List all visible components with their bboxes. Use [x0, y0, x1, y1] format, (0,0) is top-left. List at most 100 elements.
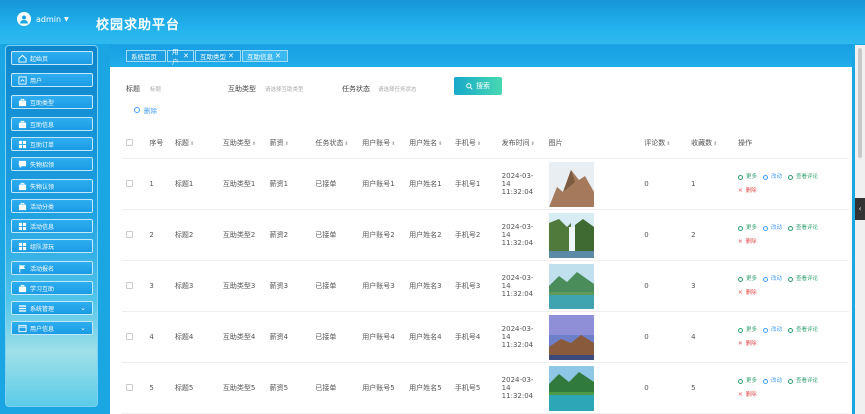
column-header[interactable]: 评论数⬍	[640, 128, 688, 159]
view-comments-button[interactable]: 查看评论	[787, 375, 818, 387]
more-icon	[737, 225, 743, 231]
row-delete-button[interactable]: ✕ 删除	[738, 338, 757, 350]
edit-button[interactable]: 改动	[762, 222, 782, 234]
column-header[interactable]: 手机号⬍	[450, 128, 498, 159]
cell-image[interactable]	[544, 158, 641, 210]
tab-1[interactable]: 系统首页	[126, 50, 166, 62]
sort-icon[interactable]: ⬍	[252, 141, 256, 147]
sidebar-item-8[interactable]: 活动分类	[11, 199, 93, 213]
delete-button[interactable]: 删除	[134, 105, 157, 115]
status-label: 任务状态	[342, 85, 370, 93]
tab-4[interactable]: 互助信息 ✕	[242, 50, 288, 62]
edit-button[interactable]: 改动	[762, 375, 782, 387]
view-comments-button[interactable]: 查看评论	[787, 222, 818, 234]
column-header[interactable]: 薪资⬍	[265, 128, 312, 159]
column-header[interactable]: 互助类型⬍	[218, 128, 266, 159]
row-image[interactable]	[548, 314, 594, 360]
sidebar-item-14[interactable]: 用户信息 ⌄	[11, 321, 93, 335]
table-body: 1 标题1 互助类型1 薪资1 已接单 用户账号1 用户姓名1 手机号1 2024-03-14 …	[122, 158, 849, 414]
title-input[interactable]: 标题	[150, 85, 161, 93]
row-image[interactable]	[548, 212, 594, 258]
sidebar-item-9[interactable]: 活动信息	[11, 219, 93, 233]
delete-button-label: 删除	[144, 107, 157, 115]
cell-image[interactable]	[544, 209, 641, 261]
search-button-label: 搜索	[476, 83, 490, 90]
close-icon[interactable]: ✕	[228, 52, 234, 60]
sort-icon[interactable]: ⬍	[438, 141, 442, 147]
view-label: 查看评论	[795, 174, 818, 181]
edit-button[interactable]: 改动	[762, 273, 782, 285]
column-header[interactable]: 标题⬍	[170, 128, 219, 159]
row-delete-button[interactable]: ✕ 删除	[738, 389, 757, 401]
status-select[interactable]: 请选择任务状态	[378, 85, 417, 93]
row-checkbox[interactable]	[126, 179, 133, 187]
row-checkbox[interactable]	[126, 230, 133, 238]
column-header[interactable]: 发布时间⬍	[497, 128, 545, 159]
row-checkbox[interactable]	[126, 383, 133, 391]
cell-favorites: 5	[687, 362, 734, 414]
cell-image[interactable]	[544, 260, 641, 312]
sidebar-item-2[interactable]: 用户	[11, 73, 93, 87]
select-all-checkbox[interactable]	[126, 138, 133, 146]
tab-2[interactable]: 用户 ✕	[167, 48, 194, 66]
row-delete-button[interactable]: ✕ 删除	[738, 236, 757, 248]
type-select[interactable]: 请选择互助类型	[265, 85, 304, 93]
row-delete-button[interactable]: ✕ 删除	[738, 185, 757, 197]
cell-type: 互助类型5	[218, 362, 266, 414]
sidebar-item-label: 系统管理	[30, 305, 55, 313]
tab-3[interactable]: 互助类型 ✕	[195, 50, 241, 62]
chat-icon	[18, 160, 27, 169]
edit-button[interactable]: 改动	[762, 171, 782, 183]
edit-button[interactable]: 改动	[762, 324, 782, 336]
close-icon[interactable]: ✕	[183, 52, 189, 60]
sidebar-item-label: 活动信息	[30, 223, 55, 231]
row-delete-label: 删除	[745, 187, 757, 194]
column-header[interactable]: 用户账号⬍	[358, 128, 406, 159]
sort-icon[interactable]: ⬍	[531, 141, 535, 147]
sidebar-item-4[interactable]: 互助信息	[11, 117, 93, 131]
sidebar-item-12[interactable]: 学习互助	[11, 281, 93, 295]
sort-icon[interactable]: ⬍	[713, 141, 717, 147]
user-menu[interactable]: admin ▼	[17, 12, 69, 26]
close-icon[interactable]: ✕	[275, 52, 281, 60]
cell-image[interactable]	[544, 362, 641, 414]
row-image[interactable]	[548, 365, 594, 411]
sort-icon[interactable]: ⬍	[285, 141, 289, 147]
row-checkbox[interactable]	[126, 281, 133, 289]
sidebar-item-10[interactable]: 组队游玩	[11, 239, 93, 253]
view-comments-button[interactable]: 查看评论	[787, 324, 818, 336]
row-checkbox[interactable]	[126, 332, 133, 340]
more-button[interactable]: 更多	[737, 375, 757, 387]
sidebar-item-3[interactable]: 互助类型	[11, 95, 93, 109]
view-comments-button[interactable]: 查看评论	[787, 171, 818, 183]
sort-icon[interactable]: ⬍	[391, 141, 395, 147]
cell-image[interactable]	[544, 311, 641, 363]
sidebar-item-5[interactable]: 互助订单	[11, 137, 93, 151]
sidebar-item-6[interactable]: 失物招领	[11, 157, 93, 171]
more-button[interactable]: 更多	[737, 171, 757, 183]
sort-icon[interactable]: ⬍	[477, 141, 481, 147]
sidebar-item-13[interactable]: 系统管理 ⌄	[11, 301, 93, 315]
cell-type: 互助类型1	[218, 158, 266, 210]
row-delete-button[interactable]: ✕ 删除	[738, 287, 757, 299]
sort-icon[interactable]: ⬍	[190, 141, 194, 147]
sidebar-item-1[interactable]: 起始页	[11, 51, 93, 65]
more-button[interactable]: 更多	[737, 222, 757, 234]
sort-icon[interactable]: ⬍	[344, 141, 348, 147]
row-image[interactable]	[548, 263, 594, 309]
column-header[interactable]: 用户姓名⬍	[405, 128, 451, 159]
column-header[interactable]: 任务状态⬍	[311, 128, 359, 159]
panel-toggle-icon[interactable]: ‹	[855, 198, 865, 220]
sort-icon[interactable]: ⬍	[666, 141, 670, 147]
sidebar-item-7[interactable]: 失物认领	[11, 179, 93, 193]
search-button[interactable]: 搜索	[454, 77, 502, 95]
view-comments-button[interactable]: 查看评论	[787, 273, 818, 285]
more-button[interactable]: 更多	[737, 273, 757, 285]
scrollbar-thumb[interactable]	[858, 48, 862, 158]
sidebar-item-11[interactable]: 活动报名	[11, 261, 93, 275]
row-image[interactable]	[548, 161, 594, 207]
more-button[interactable]: 更多	[737, 324, 757, 336]
more-icon	[737, 378, 743, 384]
cell-comments: 0	[640, 158, 688, 210]
column-header[interactable]: 收藏数⬍	[687, 128, 734, 159]
